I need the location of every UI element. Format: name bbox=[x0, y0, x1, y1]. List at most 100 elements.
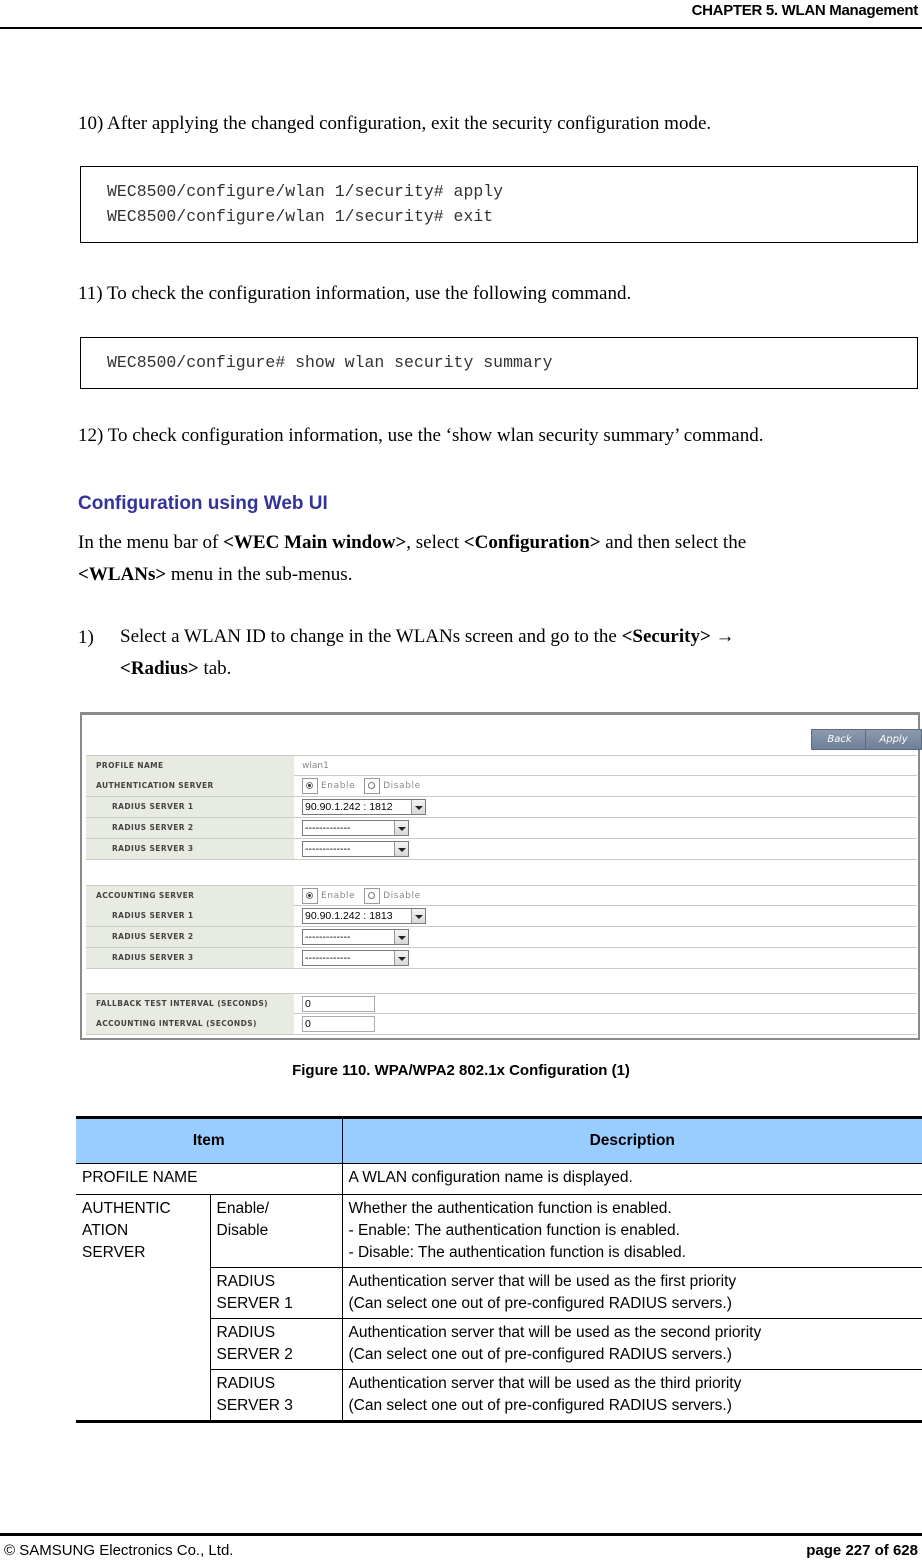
row-accounting-server: ACCOUNTING SERVER Enable Disable bbox=[86, 885, 917, 906]
code-block-show-summary: WEC8500/configure# show wlan security su… bbox=[80, 337, 918, 389]
item-line: ATION bbox=[82, 1222, 129, 1239]
intro-bold-wec-main-window: <WEC Main window> bbox=[223, 532, 407, 553]
accounting-interval-input[interactable]: 0 bbox=[302, 1016, 375, 1032]
sub-line: RADIUS bbox=[216, 1375, 276, 1392]
arrow-right-icon: → bbox=[710, 626, 735, 647]
row-profile-name: PROFILE NAME wlan1 bbox=[86, 755, 917, 776]
auth-radio-group: Enable Disable bbox=[302, 776, 427, 796]
header-divider bbox=[0, 27, 922, 29]
desc-line: Authentication server that will be used … bbox=[348, 1324, 762, 1341]
table-row: PROFILE NAME A WLAN configuration name i… bbox=[76, 1163, 922, 1195]
acct-radius-1-label: RADIUS SERVER 1 bbox=[86, 906, 294, 926]
table-row: AUTHENTIC ATION SERVER Enable/ Disable W… bbox=[76, 1194, 922, 1423]
step-1-number: 1) bbox=[78, 627, 94, 648]
header-description: Description bbox=[341, 1116, 922, 1164]
step-text: tab. bbox=[198, 658, 232, 679]
profile-name-value: wlan1 bbox=[302, 761, 329, 771]
desc-line: Whether the authentication function is e… bbox=[348, 1200, 672, 1217]
intro-text: menu in the sub-menus. bbox=[166, 564, 353, 585]
sub-line: SERVER 3 bbox=[216, 1397, 293, 1414]
apply-button[interactable]: Apply bbox=[865, 729, 922, 750]
item-line: SERVER bbox=[82, 1244, 146, 1261]
step-text: Select a WLAN ID to change in the WLANs … bbox=[120, 626, 622, 647]
auth-disable-radio[interactable] bbox=[364, 778, 381, 794]
desc-radius-server-3: Authentication server that will be used … bbox=[341, 1369, 922, 1423]
acct-radius-2-select[interactable]: ------------- bbox=[302, 929, 409, 945]
intro-text: In the menu bar of bbox=[78, 532, 224, 553]
item-authentication-server: AUTHENTIC ATION SERVER bbox=[76, 1194, 210, 1423]
row-authentication-server: AUTHENTICATION SERVER Enable Disable bbox=[86, 776, 917, 797]
desc-enable-disable: Whether the authentication function is e… bbox=[341, 1194, 922, 1268]
acct-radius-3-label: RADIUS SERVER 3 bbox=[86, 948, 294, 968]
acct-enable-label: Enable bbox=[321, 891, 356, 901]
intro-bold-configuration: <Configuration> bbox=[463, 532, 601, 553]
chevron-down-icon[interactable] bbox=[411, 800, 425, 814]
select-value: 90.90.1.242 : 1813 bbox=[305, 910, 393, 922]
section-intro: In the menu bar of <WEC Main window>, se… bbox=[78, 527, 908, 591]
figure-caption: Figure 110. WPA/WPA2 802.1x Configuratio… bbox=[292, 1062, 630, 1079]
acct-radius-1-select[interactable]: 90.90.1.242 : 1813 bbox=[302, 908, 426, 924]
web-ui-screenshot: Back Apply PROFILE NAME wlan1 AUTHENTICA… bbox=[80, 712, 922, 1040]
sub-line: SERVER 2 bbox=[216, 1346, 293, 1363]
auth-radius-1-select[interactable]: 90.90.1.242 : 1812 bbox=[302, 799, 426, 815]
auth-enable-label: Enable bbox=[321, 781, 356, 791]
auth-disable-label: Disable bbox=[383, 781, 421, 791]
chapter-title: CHAPTER 5. WLAN Management bbox=[691, 2, 919, 19]
sub-line: SERVER 1 bbox=[216, 1295, 293, 1312]
acct-disable-radio[interactable] bbox=[364, 888, 381, 904]
row-acct-radius-1: RADIUS SERVER 1 90.90.1.242 : 1813 bbox=[86, 906, 917, 927]
chevron-down-icon[interactable] bbox=[394, 842, 408, 856]
desc-line: - Disable: The authentication function i… bbox=[348, 1244, 686, 1261]
acct-radius-2-label: RADIUS SERVER 2 bbox=[86, 927, 294, 947]
sub-line: RADIUS bbox=[216, 1324, 276, 1341]
row-accounting-interval: ACCOUNTING INTERVAL (SECONDS) 0 bbox=[86, 1014, 917, 1035]
desc-line: (Can select one out of pre-configured RA… bbox=[348, 1346, 732, 1363]
acct-enable-radio[interactable] bbox=[302, 888, 318, 904]
sub-item-enable-disable: Enable/ Disable bbox=[209, 1194, 342, 1268]
auth-radius-1-label: RADIUS SERVER 1 bbox=[86, 797, 294, 817]
radio-unselected-icon bbox=[368, 892, 376, 899]
header-item: Item bbox=[76, 1116, 342, 1164]
intro-text: , select bbox=[406, 532, 464, 553]
acct-radio-group: Enable Disable bbox=[302, 886, 427, 906]
auth-radius-2-label: RADIUS SERVER 2 bbox=[86, 818, 294, 838]
row-auth-radius-3: RADIUS SERVER 3 ------------- bbox=[86, 839, 917, 860]
sub-item-radius-server-1: RADIUS SERVER 1 bbox=[209, 1267, 342, 1319]
chevron-down-icon[interactable] bbox=[394, 951, 408, 965]
item-line: AUTHENTIC bbox=[82, 1200, 171, 1217]
profile-name-label: PROFILE NAME bbox=[86, 756, 294, 776]
select-value: ------------- bbox=[305, 952, 351, 964]
sub-line: Disable bbox=[216, 1222, 269, 1239]
step-12-text: 12) To check configuration information, … bbox=[78, 425, 764, 446]
radio-selected-icon bbox=[306, 782, 313, 789]
back-button[interactable]: Back bbox=[811, 729, 868, 750]
desc-line: - Enable: The authentication function is… bbox=[348, 1222, 680, 1239]
authentication-server-label: AUTHENTICATION SERVER bbox=[86, 776, 294, 796]
desc-line: Authentication server that will be used … bbox=[348, 1273, 737, 1290]
accounting-server-label: ACCOUNTING SERVER bbox=[86, 886, 294, 906]
chevron-down-icon[interactable] bbox=[411, 909, 425, 923]
row-acct-radius-3: RADIUS SERVER 3 ------------- bbox=[86, 948, 917, 969]
item-profile-name: PROFILE NAME bbox=[76, 1163, 342, 1195]
code-line: WEC8500/configure# show wlan security su… bbox=[107, 353, 553, 372]
code-block-apply-exit: WEC8500/configure/wlan 1/security# apply… bbox=[80, 166, 918, 243]
code-line: WEC8500/configure/wlan 1/security# exit bbox=[107, 207, 494, 226]
acct-radius-3-select[interactable]: ------------- bbox=[302, 950, 409, 966]
chevron-down-icon[interactable] bbox=[394, 930, 408, 944]
section-title: Configuration using Web UI bbox=[78, 493, 328, 514]
step-11-text: 11) To check the configuration informati… bbox=[78, 283, 632, 304]
step-10-text: 10) After applying the changed configura… bbox=[78, 113, 712, 134]
desc-line: (Can select one out of pre-configured RA… bbox=[348, 1295, 732, 1312]
chevron-down-icon[interactable] bbox=[394, 821, 408, 835]
row-fallback-interval: FALLBACK TEST INTERVAL (SECONDS) 0 bbox=[86, 993, 917, 1014]
sub-item-radius-server-2: RADIUS SERVER 2 bbox=[209, 1318, 342, 1370]
auth-enable-radio[interactable] bbox=[302, 778, 318, 794]
select-value: ------------- bbox=[305, 931, 351, 943]
auth-radius-2-select[interactable]: ------------- bbox=[302, 820, 409, 836]
row-auth-radius-1: RADIUS SERVER 1 90.90.1.242 : 1812 bbox=[86, 797, 917, 818]
fallback-interval-input[interactable]: 0 bbox=[302, 996, 375, 1012]
radio-unselected-icon bbox=[368, 782, 376, 789]
desc-radius-server-2: Authentication server that will be used … bbox=[341, 1318, 922, 1370]
footer-divider bbox=[0, 1533, 922, 1536]
auth-radius-3-select[interactable]: ------------- bbox=[302, 841, 409, 857]
